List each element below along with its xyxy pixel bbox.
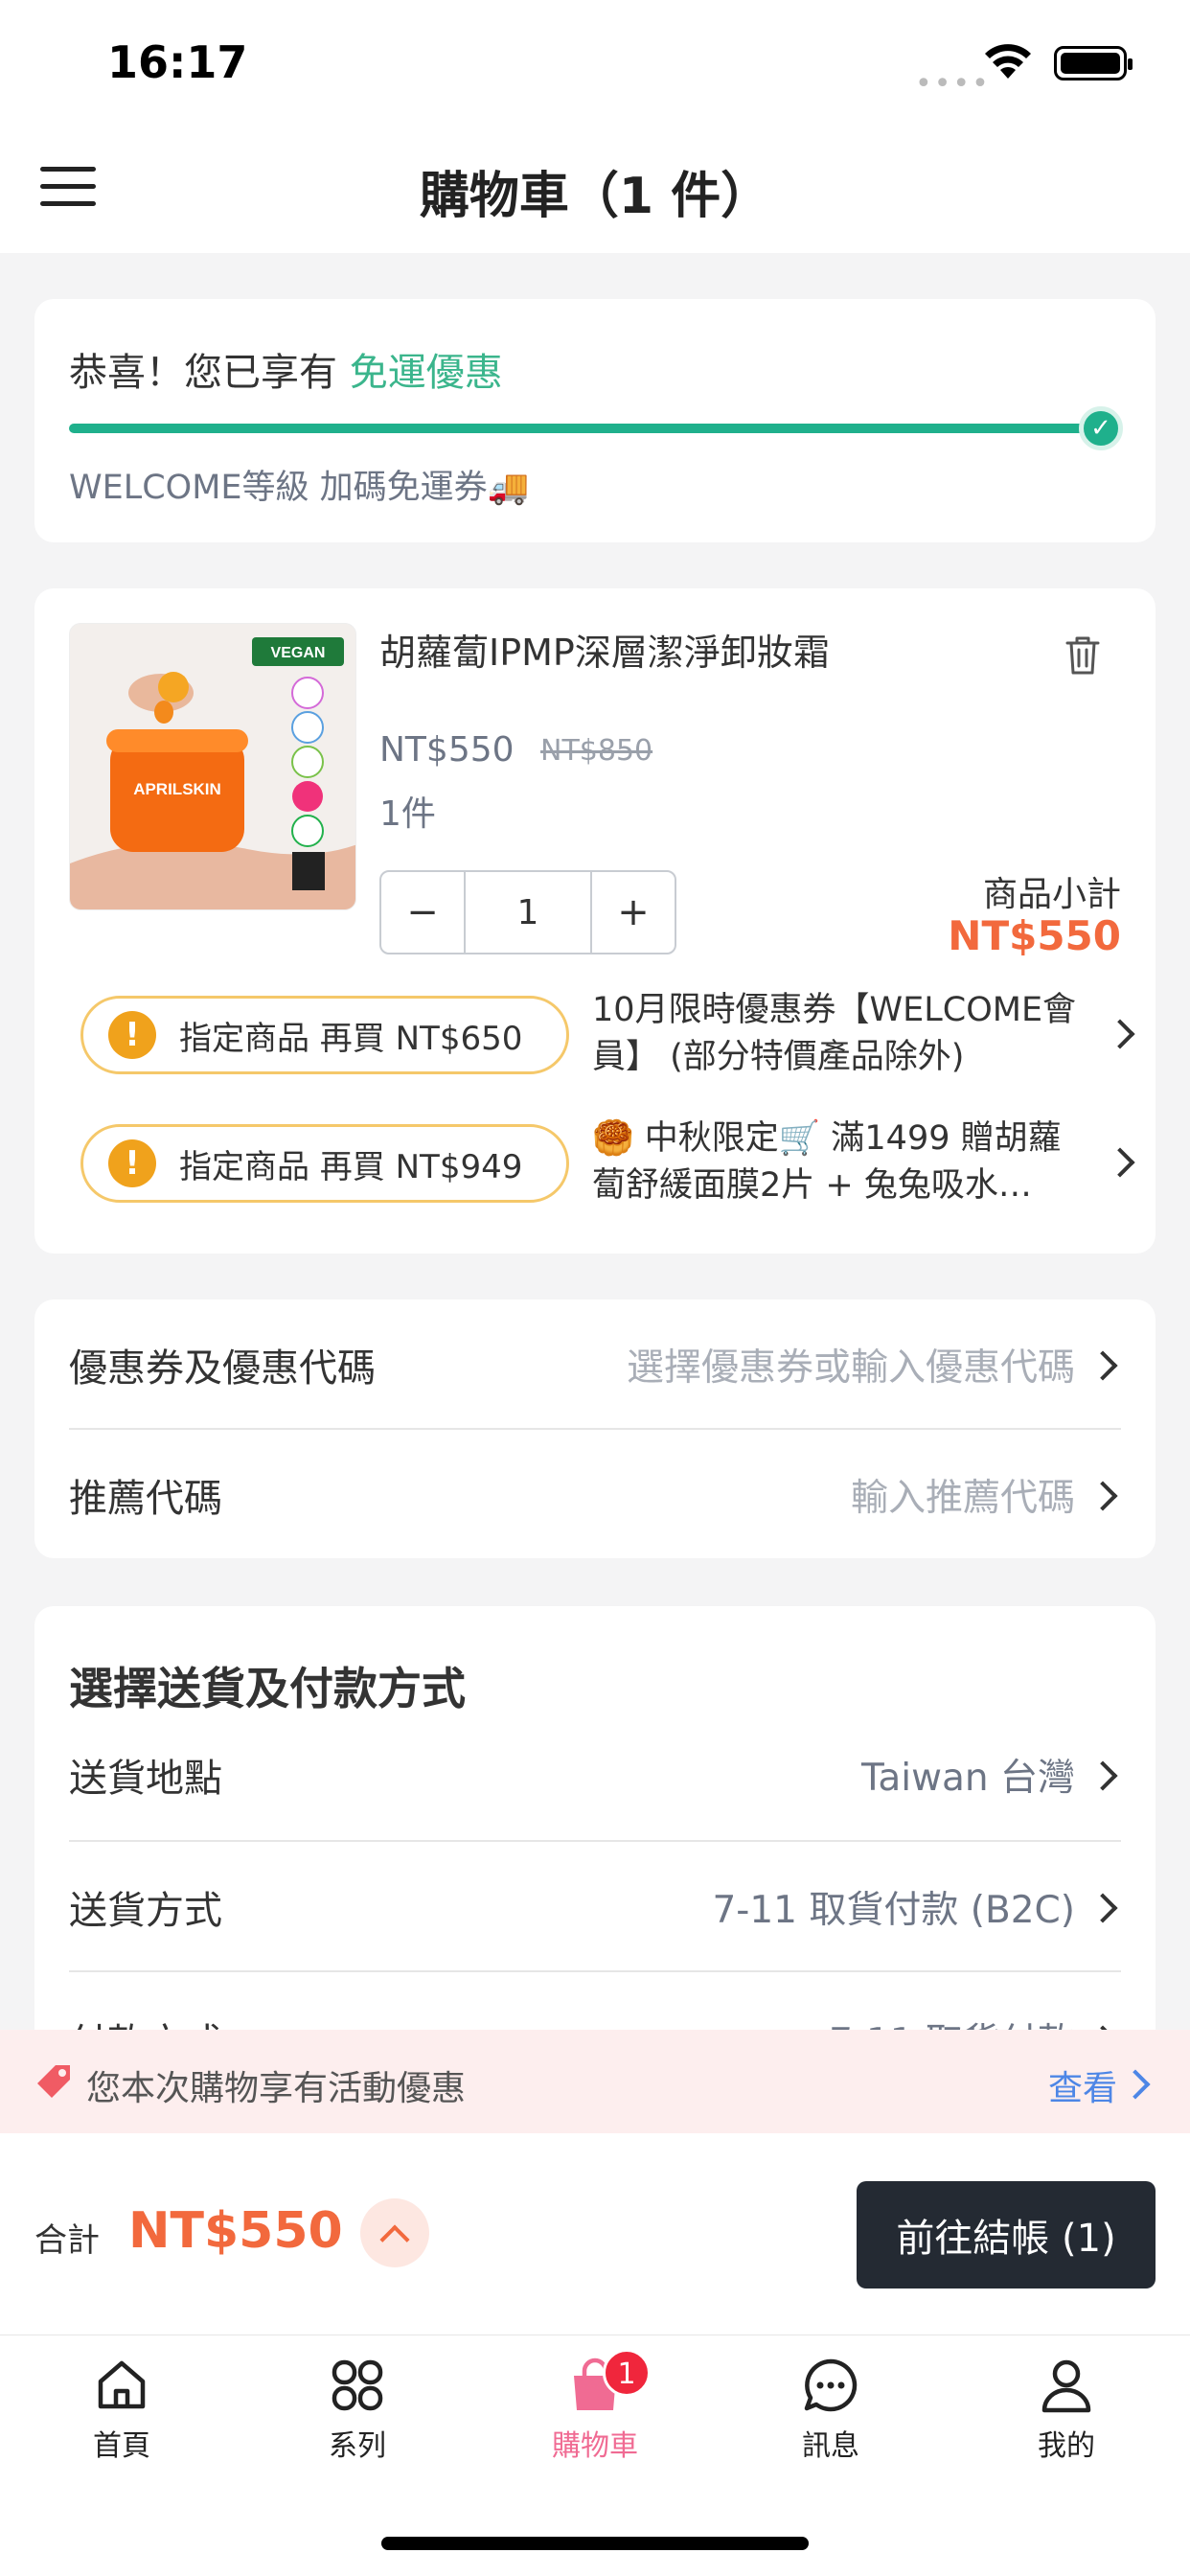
free-shipping-card: 恭喜！您已享有 免運優惠 ✓ WELCOME等級 加碼免運券🚚 — [34, 299, 1156, 542]
referral-placeholder: 輸入推薦代碼 — [850, 1477, 1075, 1520]
shipping-note: WELCOME等級 加碼免運券🚚 — [69, 469, 530, 507]
referral-row[interactable]: 推薦代碼 輸入推薦代碼 — [69, 1430, 1121, 1560]
shipping-message-text: 恭喜！您已享有 — [69, 351, 337, 395]
signal-icon: •••• — [915, 67, 991, 101]
promotion-row[interactable]: ! 指定商品 再買 NT$949 🥮 中秋限定🛒 滿1499 贈胡蘿蔔舒緩面膜2… — [80, 1116, 1156, 1209]
quantity-stepper: − 1 + — [379, 870, 676, 954]
wifi-icon — [985, 44, 1031, 79]
promotion-row[interactable]: ! 指定商品 再買 NT$650 10月限時優惠券【WELCOME會員】 (部分… — [80, 987, 1156, 1081]
trash-icon[interactable] — [1064, 634, 1102, 677]
coupon-label: 優惠券及優惠代碼 — [69, 1346, 376, 1391]
checkout-button[interactable]: 前往結帳 (1) — [857, 2181, 1156, 2288]
decrease-button[interactable]: − — [381, 872, 464, 953]
promotion-text: 10月限時優惠券【WELCOME會員】 (部分特價產品除外) — [592, 991, 1077, 1076]
total-label: 合計 — [34, 2221, 100, 2260]
delivery-location-value: Taiwan 台灣 — [860, 1757, 1075, 1800]
activity-text: 您本次購物享有活動優惠 — [86, 2069, 467, 2108]
delivery-method-value: 7-11 取貨付款 (B2C) — [712, 1889, 1075, 1932]
user-icon — [1041, 2359, 1091, 2413]
tab-label: 購物車 — [552, 2429, 638, 2463]
increase-button[interactable]: + — [592, 872, 675, 953]
tab-messages[interactable]: 訊息 — [735, 2355, 927, 2464]
chevron-right-icon — [1105, 1019, 1135, 1049]
check-icon: ✓ — [1079, 406, 1123, 450]
battery-icon — [1054, 46, 1133, 80]
cart-item-card: APRILSKIN VEGAN 胡蘿蔔IPMP深層潔淨卸妝霜 NT$550 NT… — [34, 588, 1156, 1254]
subtotal-label: 商品小計 — [982, 875, 1121, 914]
tab-label: 訊息 — [802, 2429, 859, 2463]
tab-profile[interactable]: 我的 — [971, 2355, 1162, 2464]
product-image-brand: APRILSKIN — [133, 780, 221, 798]
delivery-method-row[interactable]: 送貨方式 7-11 取貨付款 (B2C) — [69, 1842, 1121, 1972]
original-price: NT$850 — [540, 734, 653, 768]
product-name[interactable]: 胡蘿蔔IPMP深層潔淨卸妝霜 — [379, 623, 830, 676]
home-icon — [98, 2360, 146, 2409]
tab-collections[interactable]: 系列 — [262, 2355, 453, 2464]
referral-label: 推薦代碼 — [69, 1477, 222, 1521]
shipping-progress-bar — [69, 424, 1113, 433]
free-shipping-highlight: 免運優惠 — [349, 351, 503, 395]
tab-label: 系列 — [329, 2429, 386, 2463]
nav-bar: 購物車（1 件） — [0, 134, 1190, 253]
product-price: NT$550 — [379, 730, 515, 770]
checkout-bar: 合計 NT$550 前往結帳 (1) — [0, 2133, 1190, 2334]
product-jar-illustration: APRILSKIN VEGAN — [70, 624, 355, 909]
view-link[interactable]: 查看 — [1048, 2060, 1117, 2110]
product-image-badge: VEGAN — [271, 645, 326, 661]
codes-card: 優惠券及優惠代碼 選擇優惠券或輸入優惠代碼 推薦代碼 輸入推薦代碼 — [34, 1300, 1156, 1558]
tab-label: 我的 — [1038, 2429, 1095, 2463]
delivery-location-row[interactable]: 送貨地點 Taiwan 台灣 — [69, 1710, 1121, 1840]
divider — [69, 1970, 1121, 1972]
cart-badge: 1 — [603, 2349, 651, 2397]
warning-icon: ! — [108, 1139, 156, 1187]
shipping-message: 恭喜！您已享有 免運優惠 — [69, 341, 503, 397]
delivery-section-title: 選擇送貨及付款方式 — [69, 1663, 466, 1714]
subtotal-value: NT$550 — [948, 912, 1121, 959]
tag-icon — [37, 2065, 70, 2098]
tab-cart[interactable]: 1 購物車 — [499, 2349, 691, 2464]
chat-icon — [804, 2358, 858, 2412]
home-indicator — [381, 2537, 809, 2550]
activity-discount-bar[interactable]: 您本次購物享有活動優惠 查看 — [0, 2030, 1190, 2133]
product-image[interactable]: APRILSKIN VEGAN — [69, 623, 356, 910]
promotion-pill-text: 指定商品 再買 NT$650 — [179, 1019, 523, 1058]
delivery-location-label: 送貨地點 — [69, 1757, 222, 1801]
promotion-pill-text: 指定商品 再買 NT$949 — [179, 1147, 523, 1186]
page-title: 購物車（1 件） — [419, 168, 771, 225]
coupon-row[interactable]: 優惠券及優惠代碼 選擇優惠券或輸入優惠代碼 — [69, 1300, 1121, 1430]
delivery-method-label: 送貨方式 — [69, 1889, 222, 1933]
chevron-up-icon — [379, 2224, 410, 2255]
warning-icon: ! — [108, 1011, 156, 1059]
chevron-right-icon — [1120, 2069, 1151, 2100]
grid-icon — [332, 2359, 383, 2411]
chevron-right-icon — [1105, 1147, 1135, 1178]
status-bar: 16:17 •••• — [0, 0, 1190, 134]
coupon-placeholder: 選擇優惠券或輸入優惠代碼 — [626, 1346, 1075, 1390]
promotion-pill: ! 指定商品 再買 NT$650 — [80, 996, 569, 1074]
promotion-text: 🥮 中秋限定🛒 滿1499 贈胡蘿蔔舒緩面膜2片 + 兔兔吸水… — [592, 1119, 1062, 1205]
status-time: 16:17 — [107, 36, 248, 88]
expand-summary-button[interactable] — [360, 2198, 429, 2267]
quantity-label: 1件 — [379, 794, 436, 834]
total-value: NT$550 — [128, 2202, 343, 2260]
promotion-pill: ! 指定商品 再買 NT$949 — [80, 1124, 569, 1203]
tab-home[interactable]: 首頁 — [26, 2355, 217, 2464]
quantity-value[interactable]: 1 — [464, 872, 592, 953]
tab-label: 首頁 — [93, 2429, 150, 2463]
